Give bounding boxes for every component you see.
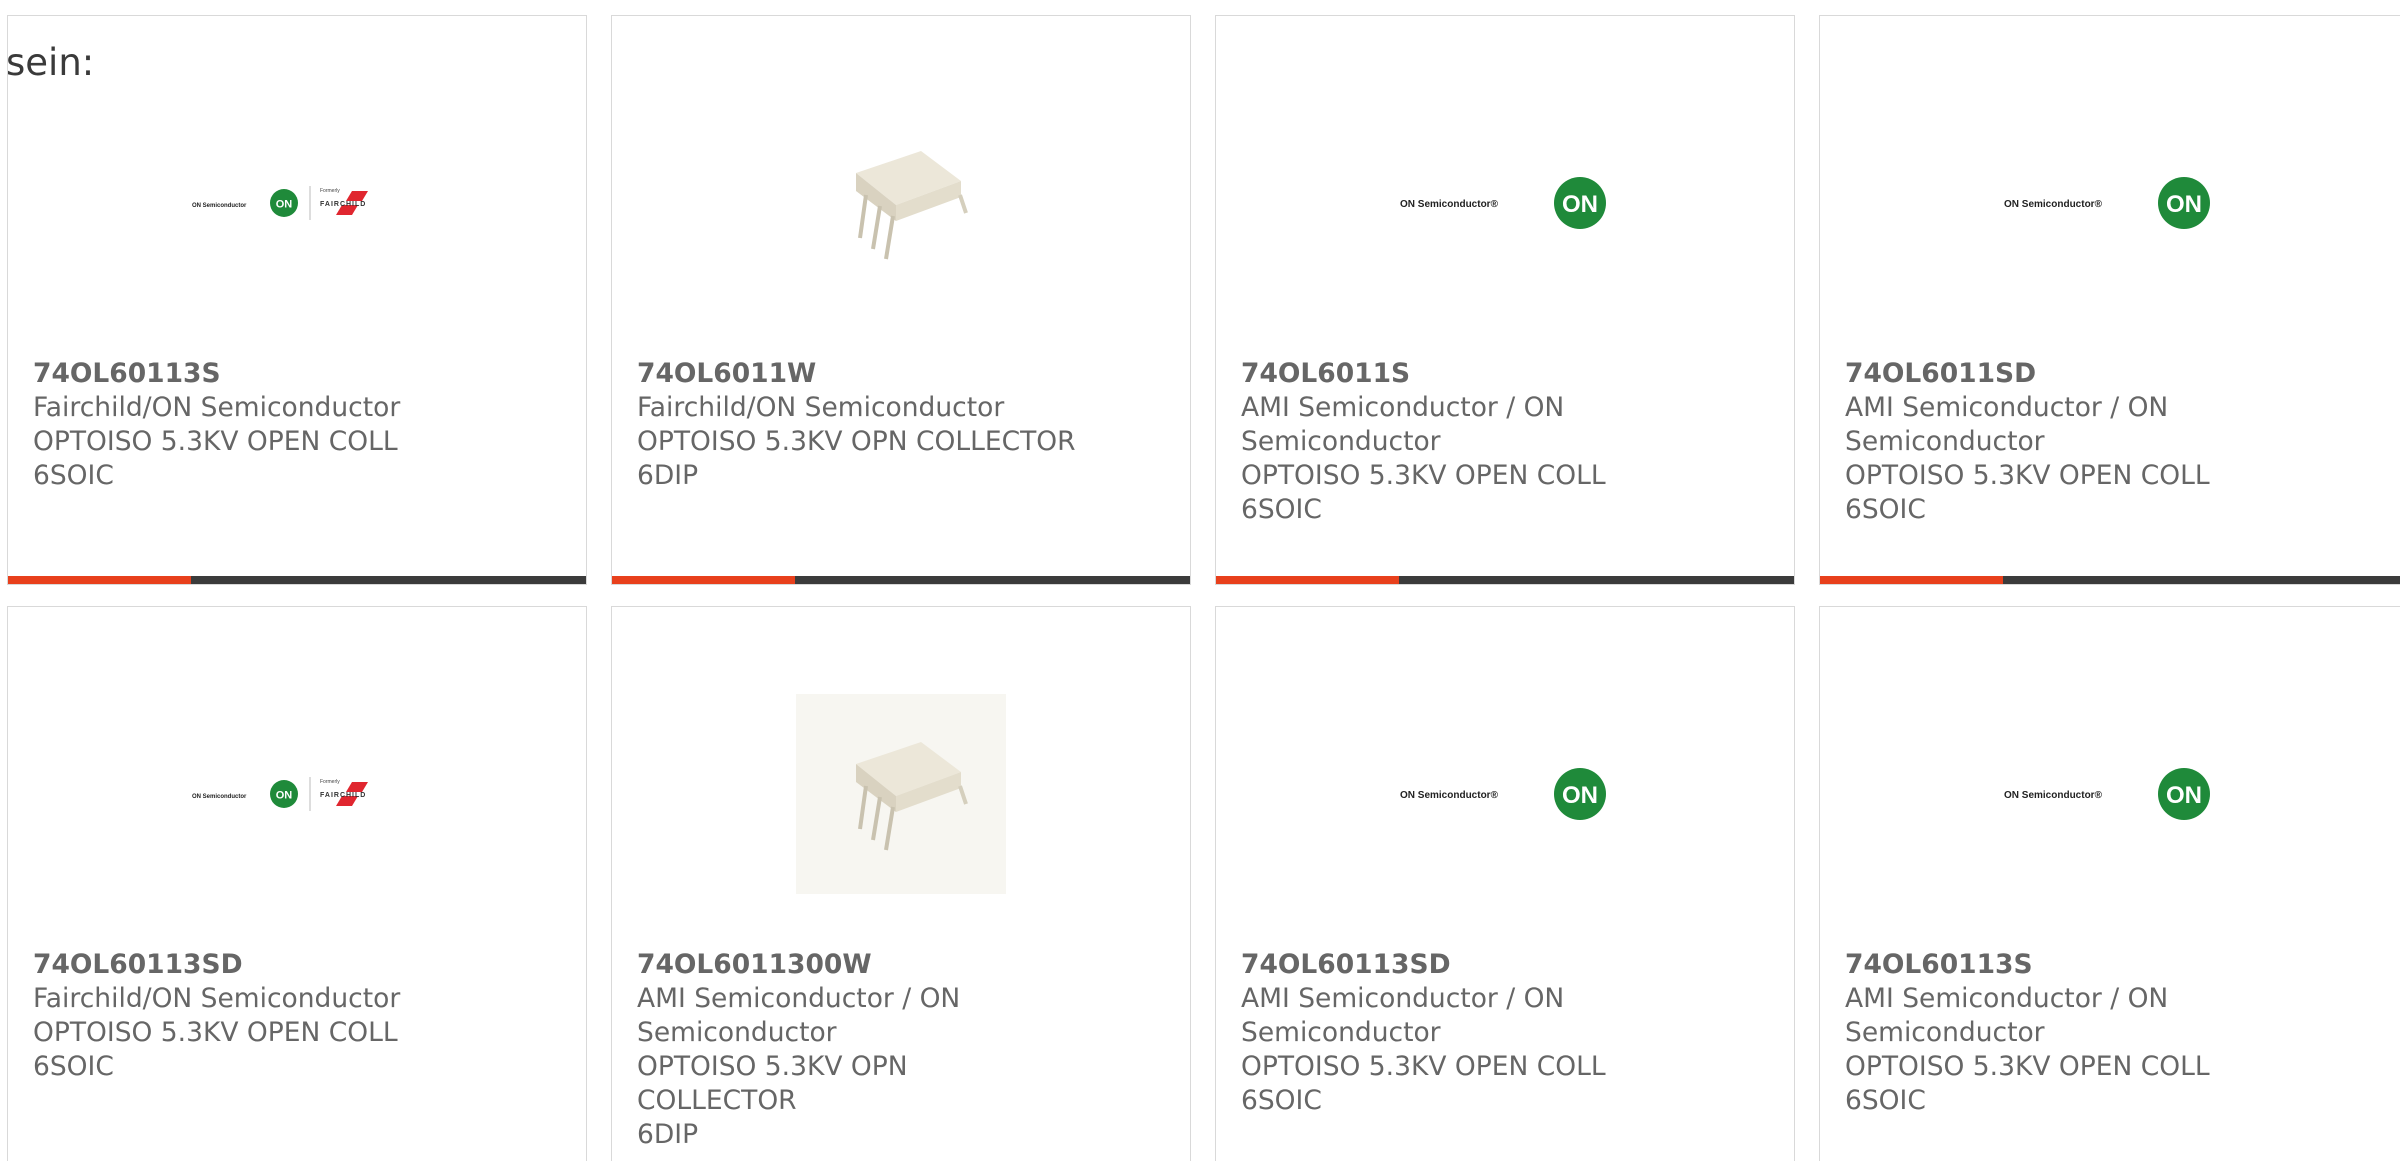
product-image: ON Semiconductor® ON (1216, 699, 1794, 889)
dip6-package-icon (796, 694, 1006, 894)
product-card[interactable]: 74OL6011300W AMI Semiconductor / ON Semi… (611, 606, 1191, 1161)
product-card[interactable]: ON Semiconductor ON Formerly FAIRCHILD 7… (7, 15, 587, 585)
product-info: 74OL60113SD Fairchild/ON Semiconductor O… (33, 948, 566, 1084)
svg-text:ON: ON (2166, 191, 2202, 218)
card-accent-bar (612, 576, 1190, 584)
description-line: OPTOISO 5.3KV OPEN COLL (1241, 1051, 1606, 1082)
intro-text: sein: (6, 41, 95, 84)
svg-text:ON Semiconductor®: ON Semiconductor® (1400, 199, 1499, 210)
package-line: 6SOIC (33, 1051, 114, 1082)
manufacturer: AMI Semiconductor / ON Semiconductor (1845, 392, 2169, 457)
part-number[interactable]: 74OL6011S (1241, 357, 1644, 391)
accent-segment (1216, 576, 1399, 584)
svg-text:ON: ON (2166, 782, 2202, 809)
product-image (612, 694, 1190, 894)
description-line: OPTOISO 5.3KV OPEN COLL (1845, 1051, 2210, 1082)
on-semiconductor-logo-icon: ON Semiconductor® ON (1400, 768, 1606, 820)
part-number[interactable]: 74OL60113S (33, 357, 566, 391)
product-image (612, 108, 1190, 298)
product-image: ON Semiconductor ON Formerly FAIRCHILD (8, 699, 586, 889)
package-line: 6SOIC (1241, 494, 1322, 525)
description-line: OPTOISO 5.3KV OPEN COLL (33, 1017, 398, 1048)
svg-text:Formerly: Formerly (320, 779, 340, 785)
part-number[interactable]: 74OL60113S (1845, 948, 2248, 982)
svg-text:ON: ON (276, 199, 293, 211)
description-line: OPTOISO 5.3KV OPN COLLECTOR (637, 1051, 908, 1116)
product-info: 74OL6011SD AMI Semiconductor / ON Semico… (1845, 357, 2248, 527)
on-fairchild-logo-icon: ON Semiconductor ON Formerly FAIRCHILD (192, 186, 368, 220)
product-image: ON Semiconductor® ON (1216, 108, 1794, 298)
part-number[interactable]: 74OL60113SD (33, 948, 566, 982)
svg-text:ON Semiconductor: ON Semiconductor (192, 794, 247, 800)
dip6-package-icon (856, 151, 968, 260)
product-info: 74OL6011S AMI Semiconductor / ON Semicon… (1241, 357, 1644, 527)
part-number[interactable]: 74OL6011SD (1845, 357, 2248, 391)
accent-segment (1820, 576, 2003, 584)
svg-text:ON Semiconductor®: ON Semiconductor® (2004, 790, 2103, 801)
svg-text:ON Semiconductor®: ON Semiconductor® (1400, 790, 1499, 801)
description-line: OPTOISO 5.3KV OPEN COLL (1845, 460, 2210, 491)
manufacturer: AMI Semiconductor / ON Semiconductor (1241, 392, 1565, 457)
svg-text:FAIRCHILD: FAIRCHILD (320, 792, 366, 799)
product-info: 74OL6011300W AMI Semiconductor / ON Semi… (637, 948, 1040, 1152)
svg-text:ON: ON (276, 790, 293, 802)
manufacturer: AMI Semiconductor / ON Semiconductor (1241, 983, 1565, 1048)
product-info: 74OL60113S Fairchild/ON Semiconductor OP… (33, 357, 566, 493)
product-card[interactable]: ON Semiconductor® ON 74OL60113S AMI Semi… (1819, 606, 2400, 1161)
svg-text:ON Semiconductor: ON Semiconductor (192, 203, 247, 209)
package-line: 6SOIC (33, 460, 114, 491)
product-card[interactable]: ON Semiconductor® ON 74OL6011SD AMI Semi… (1819, 15, 2400, 585)
card-accent-bar (1216, 576, 1794, 584)
manufacturer: AMI Semiconductor / ON Semiconductor (1845, 983, 2169, 1048)
part-number[interactable]: 74OL60113SD (1241, 948, 1644, 982)
on-semiconductor-logo-icon: ON Semiconductor® ON (2004, 768, 2210, 820)
product-grid-page: sein: ON Semiconductor ON Formerly FAIRC… (0, 0, 2400, 1161)
on-fairchild-logo-icon: ON Semiconductor ON Formerly FAIRCHILD (192, 777, 368, 811)
manufacturer: Fairchild/ON Semiconductor (637, 392, 1005, 423)
product-info: 74OL6011W Fairchild/ON Semiconductor OPT… (637, 357, 1170, 493)
description-line: OPTOISO 5.3KV OPEN COLL (33, 426, 398, 457)
description-line: OPTOISO 5.3KV OPEN COLL (1241, 460, 1606, 491)
svg-text:ON Semiconductor®: ON Semiconductor® (2004, 199, 2103, 210)
card-accent-bar (8, 576, 586, 584)
svg-text:Formerly: Formerly (320, 188, 340, 194)
product-image: ON Semiconductor® ON (1820, 699, 2398, 889)
on-semiconductor-logo-icon: ON Semiconductor® ON (2004, 177, 2210, 229)
package-line: 6SOIC (1845, 1085, 1926, 1116)
svg-text:ON: ON (1562, 191, 1598, 218)
manufacturer: Fairchild/ON Semiconductor (33, 392, 401, 423)
product-image: ON Semiconductor® ON (1820, 108, 2398, 298)
product-card[interactable]: 74OL6011W Fairchild/ON Semiconductor OPT… (611, 15, 1191, 585)
manufacturer: Fairchild/ON Semiconductor (33, 983, 401, 1014)
on-semiconductor-logo-icon: ON Semiconductor® ON (1400, 177, 1606, 229)
svg-text:FAIRCHILD: FAIRCHILD (320, 201, 366, 208)
product-card[interactable]: ON Semiconductor® ON 74OL6011S AMI Semic… (1215, 15, 1795, 585)
package-line: 6DIP (637, 460, 699, 491)
manufacturer: AMI Semiconductor / ON Semiconductor (637, 983, 961, 1048)
product-card[interactable]: ON Semiconductor® ON 74OL60113SD AMI Sem… (1215, 606, 1795, 1161)
product-card[interactable]: ON Semiconductor ON Formerly FAIRCHILD 7… (7, 606, 587, 1161)
svg-text:ON: ON (1562, 782, 1598, 809)
card-accent-bar (1820, 576, 2400, 584)
part-number[interactable]: 74OL6011W (637, 357, 1170, 391)
part-number[interactable]: 74OL6011300W (637, 948, 1040, 982)
package-line: 6SOIC (1845, 494, 1926, 525)
accent-segment (612, 576, 795, 584)
package-line: 6DIP (637, 1119, 699, 1150)
package-line: 6SOIC (1241, 1085, 1322, 1116)
product-image: ON Semiconductor ON Formerly FAIRCHILD (8, 108, 586, 298)
description-line: OPTOISO 5.3KV OPN COLLECTOR (637, 426, 1076, 457)
accent-segment (8, 576, 191, 584)
product-info: 74OL60113S AMI Semiconductor / ON Semico… (1845, 948, 2248, 1118)
product-info: 74OL60113SD AMI Semiconductor / ON Semic… (1241, 948, 1644, 1118)
